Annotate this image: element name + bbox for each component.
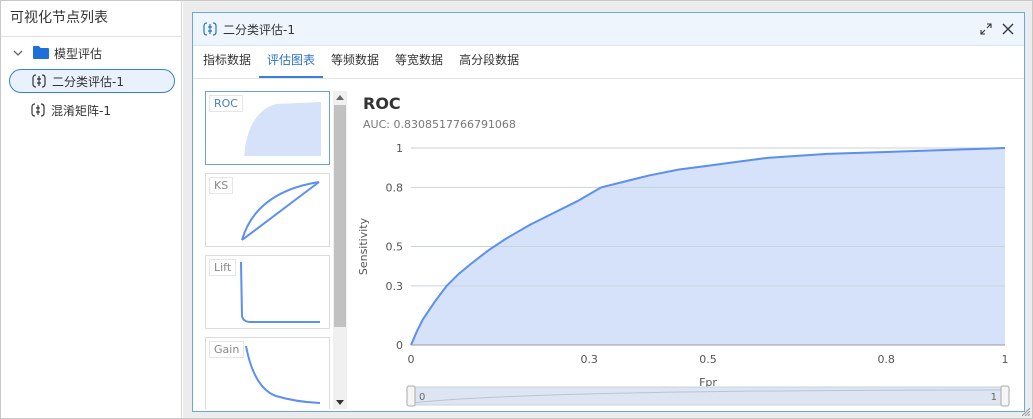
range-end-label: 1 [991,392,997,403]
chart-thumbnail-list: ROC KS Lift Gain [205,91,332,409]
scroll-up-icon[interactable] [333,91,347,103]
node-list-panel: 可视化节点列表 模型评估 二分类评估-1 混淆矩阵-1 [1,1,182,418]
scroll-down-icon[interactable] [333,397,347,409]
x-tick-label: 0.5 [699,353,717,366]
tab-high-score[interactable]: 高分段数据 [451,45,527,78]
y-tick-label: 0.3 [386,280,404,293]
thumb-lift[interactable]: Lift [205,255,330,329]
expand-icon[interactable] [980,23,992,35]
roc-chart-svg: 00.30.50.810 0.3 0.5 0.8 1FprSensitivity0 1 [357,142,1010,407]
eval-dialog: 二分类评估-1 指标数据 评估图表 等频数据 等宽数据 高分段数据 ROC KS… [192,12,1025,412]
y-tick-label: 0 [396,339,403,352]
x-tick-label: 1 [1002,353,1009,366]
x-tick-label: 0.8 [877,353,895,366]
thumb-roc[interactable]: ROC [205,91,330,165]
tree-item-label: 混淆矩阵-1 [51,103,111,118]
roc-chart: 0 0.3 0.5 0.8 1 0 0.3 0.5 0.8 1 Fpr Sensitivity 0 1 R… [353,91,1023,409]
thumbnail-scrollbar[interactable] [333,91,347,409]
thumb-label: ROC [209,95,243,112]
tab-equal-frequency[interactable]: 等频数据 [323,45,387,78]
eval-node-icon [31,103,45,117]
range-slider-handle-end [1000,385,1010,407]
scrollbar-thumb[interactable] [334,105,346,327]
app-window: 可视化节点列表 模型评估 二分类评估-1 混淆矩阵-1 二分类评估-1 指标数据… [0,0,1033,419]
eval-node-icon [203,22,217,36]
thumb-ks[interactable]: KS [205,173,330,247]
thumb-label: Lift [209,259,237,276]
tab-charts[interactable]: 评估图表 [259,45,324,78]
tree-item-binary-eval[interactable]: 二分类评估-1 [9,69,175,93]
tree-folder-label: 模型评估 [54,46,103,61]
thumb-gain[interactable]: Gain [205,337,330,409]
y-tick-label: 0.5 [386,241,404,254]
tree-folder-model-eval[interactable]: 模型评估 [9,43,102,63]
range-start-label: 0 [419,392,425,403]
tab-equal-width[interactable]: 等宽数据 [387,45,451,78]
tree-item-confusion-matrix[interactable]: 混淆矩阵-1 [9,98,175,122]
tree-item-label: 二分类评估-1 [52,74,124,89]
x-tick-label: 0 [408,353,415,366]
eval-node-icon [32,74,46,88]
close-icon[interactable] [1002,23,1014,35]
x-tick-label: 0.3 [580,353,598,366]
folder-icon [33,45,49,62]
y-tick-label: 1 [396,142,403,155]
chart-subtitle: AUC: 0.8308517766791068 [363,118,516,131]
y-axis-label: Sensitivity [357,217,370,275]
resize-grip-icon[interactable] [1022,408,1030,416]
dialog-title: 二分类评估-1 [223,22,295,37]
chart-title: ROC [363,94,401,113]
chevron-down-icon[interactable] [9,44,27,62]
tab-metrics[interactable]: 指标数据 [195,45,259,78]
range-slider-handle-start [406,385,416,407]
thumb-label: Gain [209,341,245,358]
y-tick-label: 0.8 [386,181,404,194]
panel-title: 可视化节点列表 [1,1,181,37]
tab-bar: 指标数据 评估图表 等频数据 等宽数据 高分段数据 [193,46,1024,79]
thumb-label: KS [209,177,234,194]
dialog-header: 二分类评估-1 [193,13,1024,46]
